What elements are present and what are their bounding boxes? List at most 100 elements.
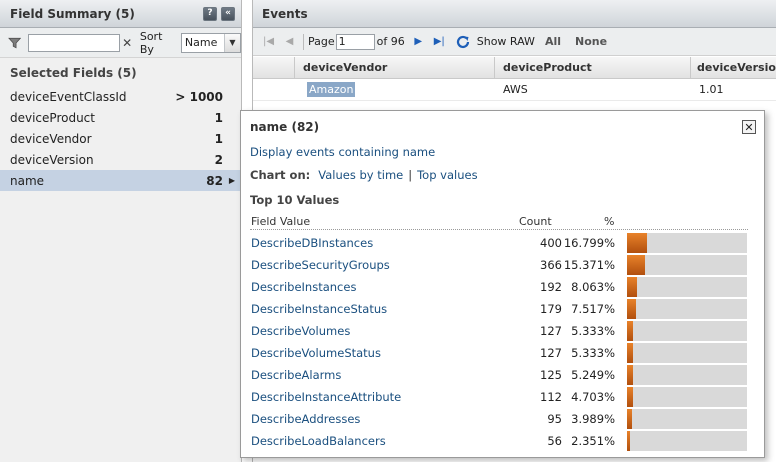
popup-title: name (82) <box>250 120 320 134</box>
field-row-deviceProduct[interactable]: deviceProduct 1 <box>0 107 241 128</box>
value-percent: 5.333% <box>571 346 615 360</box>
sort-by-select[interactable]: Name ▼ <box>180 32 241 53</box>
value-count: 112 <box>540 390 562 404</box>
value-count: 127 <box>540 324 562 338</box>
field-summary-panel: Field Summary (5) ? « ✕ Sort By Name ▼ S… <box>0 0 242 462</box>
select-all-link[interactable]: All <box>545 35 561 48</box>
column-header-deviceVersion[interactable]: deviceVersion <box>691 57 776 79</box>
first-page-icon[interactable]: |◀ <box>261 34 276 49</box>
percent-bar-track <box>627 431 747 451</box>
prev-page-icon[interactable]: ◀ <box>282 34 297 49</box>
field-name: deviceVersion <box>10 152 94 167</box>
cell-version: 1.01 <box>699 83 724 96</box>
events-title: Events <box>262 6 308 21</box>
field-value-link[interactable]: DescribeVolumes <box>251 324 350 338</box>
percent-bar-fill <box>627 255 646 275</box>
sort-by-label: Sort By <box>139 29 163 56</box>
cell-product: AWS <box>503 83 528 96</box>
field-value-link[interactable]: DescribeInstances <box>251 280 356 294</box>
field-search-input[interactable] <box>28 33 120 52</box>
field-count: 2 <box>214 152 223 167</box>
value-percent: 16.799% <box>563 236 615 250</box>
field-summary-toolbar: ✕ Sort By Name ▼ <box>0 28 241 58</box>
toolbar-divider <box>303 33 304 50</box>
events-toolbar: |◀ ◀ Page 1 of 96 ▶ ▶| Show RAW All None <box>253 28 776 56</box>
field-row-deviceEventClassId[interactable]: deviceEventClassId > 1000 <box>0 86 241 107</box>
percent-bar-fill <box>627 365 634 385</box>
close-icon[interactable]: ✕ <box>742 120 756 134</box>
show-raw-toggle[interactable]: Show RAW <box>477 35 535 48</box>
last-page-icon[interactable]: ▶| <box>432 34 447 49</box>
percent-bar-fill <box>627 321 634 341</box>
page-number-input[interactable]: 1 <box>335 33 375 50</box>
expand-arrow-icon[interactable]: ▶ <box>223 176 235 185</box>
field-count: > 1000 <box>175 89 223 104</box>
field-value-link[interactable]: DescribeSecurityGroups <box>251 258 390 272</box>
value-row[interactable]: DescribeInstanceAttribute 112 4.703% <box>250 386 748 408</box>
link-separator: | <box>408 168 413 182</box>
value-percent: 5.249% <box>571 368 615 382</box>
column-header-deviceVendor[interactable]: deviceVendor <box>295 57 495 79</box>
value-row[interactable]: DescribeInstances 192 8.063% <box>250 276 748 298</box>
value-row[interactable]: DescribeSecurityGroups 366 15.371% <box>250 254 748 276</box>
value-percent: 2.351% <box>571 434 615 448</box>
value-row[interactable]: DescribeLoadBalancers 56 2.351% <box>250 430 748 452</box>
sort-by-value: Name <box>184 36 218 49</box>
value-row[interactable]: DescribeDBInstances 400 16.799% <box>250 232 748 254</box>
collapse-button[interactable]: « <box>221 6 235 21</box>
values-by-time-link[interactable]: Values by time <box>318 168 403 182</box>
value-percent: 8.063% <box>571 280 615 294</box>
field-value-link[interactable]: DescribeLoadBalancers <box>251 434 386 448</box>
percent-bar-track <box>627 343 747 363</box>
value-row[interactable]: DescribeInstanceStatus 179 7.517% <box>250 298 748 320</box>
refresh-icon[interactable] <box>455 34 471 50</box>
percent-bar-track <box>627 365 747 385</box>
column-header-deviceProduct[interactable]: deviceProduct <box>495 57 691 79</box>
value-percent: 7.517% <box>571 302 615 316</box>
clear-search-button[interactable]: ✕ <box>121 34 134 52</box>
percent-bar-fill <box>627 409 632 429</box>
field-values-popup: name (82) ✕ Display events containing na… <box>240 110 765 458</box>
field-row-deviceVersion[interactable]: deviceVersion 2 <box>0 149 241 170</box>
field-value-link[interactable]: DescribeInstanceStatus <box>251 302 387 316</box>
field-value-link[interactable]: DescribeAlarms <box>251 368 341 382</box>
percent-bar-fill <box>627 387 633 407</box>
column-header-blank <box>253 57 295 79</box>
value-count: 366 <box>540 258 562 272</box>
field-row-deviceVendor[interactable]: deviceVendor 1 <box>0 128 241 149</box>
events-header: Events <box>253 0 776 28</box>
help-button[interactable]: ? <box>203 6 217 21</box>
display-events-link[interactable]: Display events containing name <box>250 145 435 159</box>
field-count: 82 <box>206 173 223 188</box>
value-row[interactable]: DescribeAddresses 95 3.989% <box>250 408 748 430</box>
percent-bar-fill <box>627 233 648 253</box>
field-row-name[interactable]: name 82 ▶ <box>0 170 241 191</box>
value-count: 192 <box>540 280 562 294</box>
percent-bar-track <box>627 409 747 429</box>
value-count: 125 <box>540 368 562 382</box>
value-row[interactable]: DescribeVolumes 127 5.333% <box>250 320 748 342</box>
top-values-link[interactable]: Top values <box>417 168 477 182</box>
value-count: 400 <box>540 236 562 250</box>
highlighted-vendor: Amazon <box>307 82 356 97</box>
field-value-link[interactable]: DescribeDBInstances <box>251 236 373 250</box>
next-page-icon[interactable]: ▶ <box>411 34 426 49</box>
field-value-link[interactable]: DescribeInstanceAttribute <box>251 390 401 404</box>
percent-bar-fill <box>627 431 630 451</box>
percent-bar-fill <box>627 299 637 319</box>
select-none-link[interactable]: None <box>575 35 607 48</box>
value-row[interactable]: DescribeAlarms 125 5.249% <box>250 364 748 386</box>
filter-icon[interactable] <box>8 36 22 50</box>
value-count: 95 <box>547 412 562 426</box>
page-label: Page <box>308 35 335 48</box>
field-value-link[interactable]: DescribeVolumeStatus <box>251 346 381 360</box>
percent-bar-track <box>627 233 747 253</box>
percent-bar-track <box>627 299 747 319</box>
header-field-value: Field Value <box>251 215 311 228</box>
field-count: 1 <box>214 110 223 125</box>
value-row[interactable]: DescribeVolumeStatus 127 5.333% <box>250 342 748 364</box>
value-percent: 15.371% <box>563 258 615 272</box>
cell-vendor: Amazon <box>307 82 356 97</box>
chevron-down-icon[interactable]: ▼ <box>224 33 240 52</box>
field-value-link[interactable]: DescribeAddresses <box>251 412 360 426</box>
